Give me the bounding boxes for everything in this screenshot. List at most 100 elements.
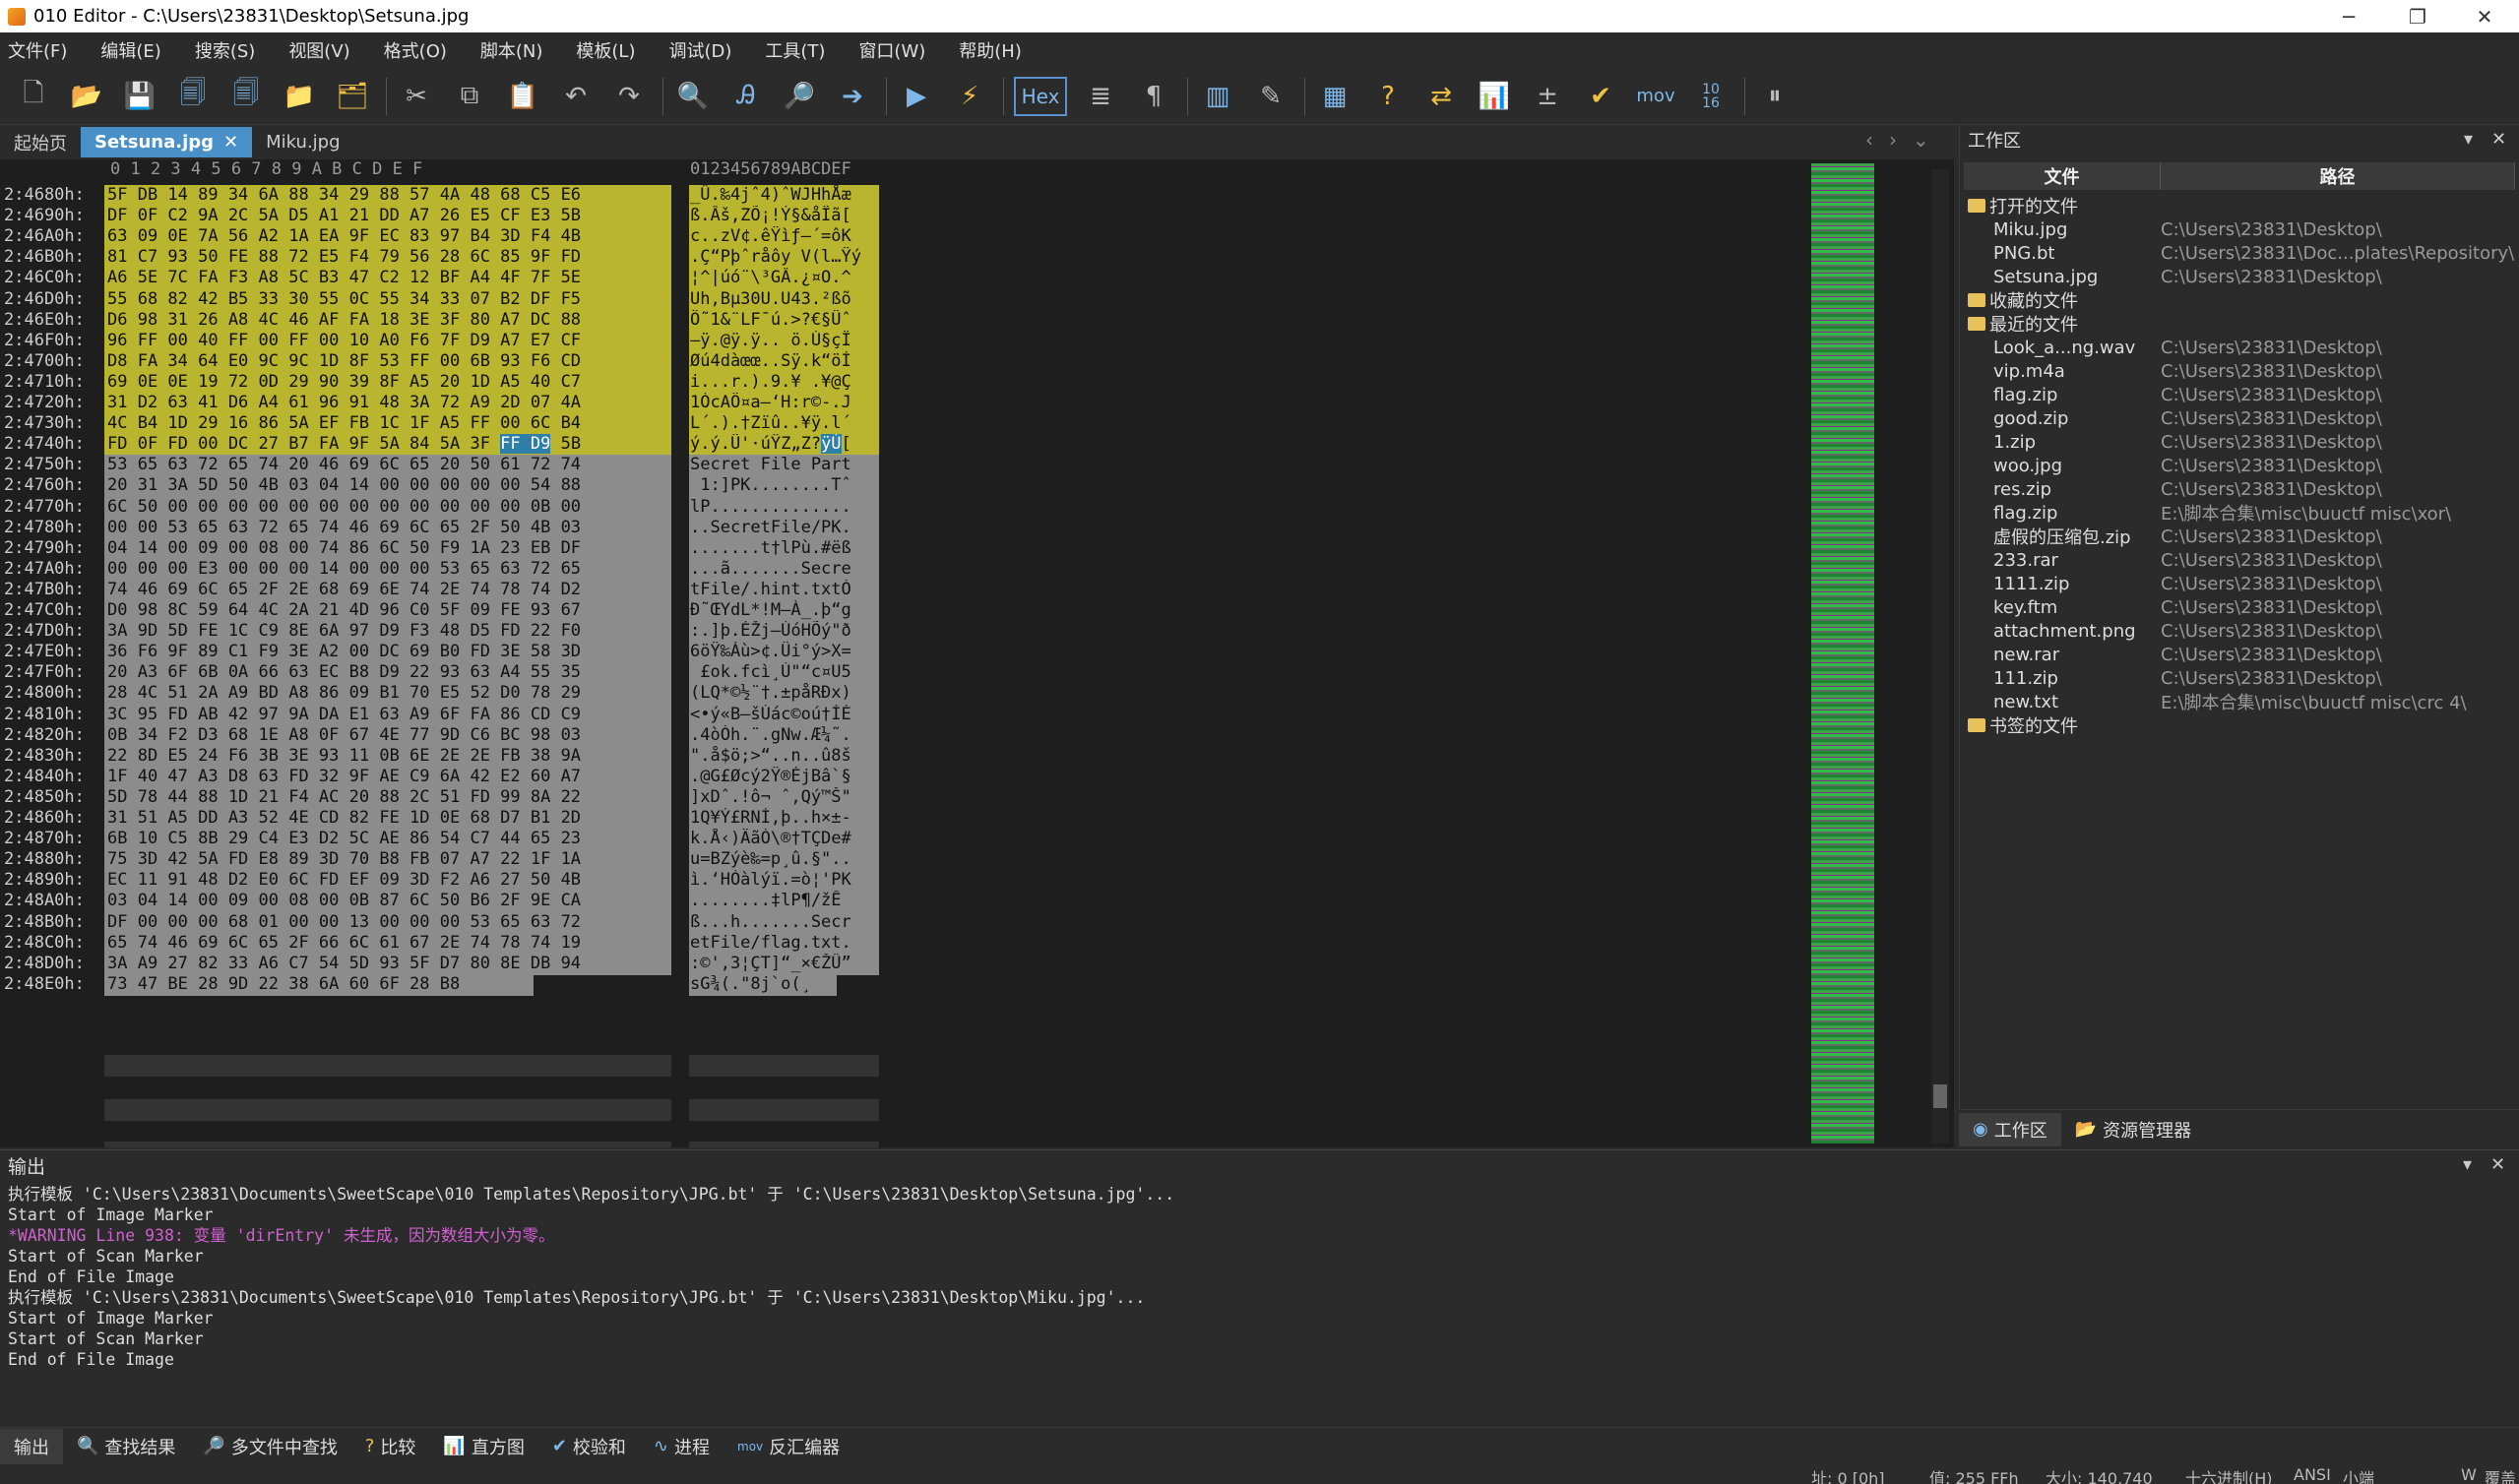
- menu-search[interactable]: 搜索(S): [195, 37, 255, 63]
- ascii-text[interactable]: ".å$ö;>“..n..û8š: [689, 745, 879, 768]
- run-template-icon[interactable]: ▶: [897, 77, 936, 116]
- tab-histogram[interactable]: 📊 直方图: [429, 1429, 537, 1464]
- ascii-text[interactable]: ........‡lP¶/žÊ: [689, 891, 879, 913]
- menu-window[interactable]: 窗口(W): [858, 37, 925, 63]
- hex-bytes[interactable]: 22 8D E5 24 F6 3B 3E 93 11 0B 6E 2E 2E F…: [104, 745, 671, 768]
- folder-open-files[interactable]: 打开的文件: [1964, 194, 2515, 217]
- workspace-file-item[interactable]: res.zip C:\Users\23831\Desktop\: [1964, 477, 2515, 501]
- ascii-text[interactable]: etFile/flag.txt.: [689, 932, 879, 955]
- ascii-text[interactable]: k.Å‹)ÄãÒ\®†TÇDe#: [689, 829, 879, 851]
- close-window-button[interactable]: ✕: [2450, 0, 2519, 32]
- menu-help[interactable]: 帮助(H): [959, 37, 1022, 63]
- tab-workspace[interactable]: ◉ 工作区: [1959, 1112, 2061, 1146]
- panel-dropdown-icon[interactable]: ▾: [2464, 129, 2473, 150]
- operations-icon[interactable]: ±: [1528, 77, 1567, 116]
- hex-bytes[interactable]: D6 98 31 26 A8 4C 46 AF FA 18 3E 3F 80 A…: [104, 309, 671, 332]
- ascii-text[interactable]: .4òÓh.¨.gNw.Æ¼˜.: [689, 724, 879, 747]
- workspace-file-item[interactable]: Look_a...ng.wav C:\Users\23831\Desktop\: [1964, 336, 2515, 359]
- menu-tools[interactable]: 工具(T): [765, 37, 825, 63]
- tab-close-icon[interactable]: ✕: [223, 132, 238, 153]
- ascii-text[interactable]: 1:]PK........Tˆ: [689, 475, 879, 498]
- pilcrow-icon[interactable]: ¶: [1134, 77, 1173, 116]
- compare-icon[interactable]: ⇄: [1421, 77, 1461, 116]
- ascii-text[interactable]: ..SecretFile/PK.: [689, 517, 879, 539]
- ascii-text[interactable]: –ÿ.@ÿ.ÿ.. ö.Ù§çÏ: [689, 330, 879, 352]
- workspace-file-item[interactable]: flag.zip C:\Users\23831\Desktop\: [1964, 383, 2515, 406]
- paste-icon[interactable]: 📋: [503, 77, 542, 116]
- menu-debug[interactable]: 调试(D): [668, 37, 731, 63]
- panel-close-icon[interactable]: ✕: [2491, 129, 2506, 150]
- ascii-text[interactable]: tFile/.hint.txtÒ: [689, 579, 879, 601]
- hex-bytes[interactable]: FD 0F FD 00 DC 27 B7 FA 9F 5A 84 5A 3F F…: [104, 434, 671, 457]
- hex-mode-button[interactable]: Hex: [1014, 76, 1067, 116]
- tab-compare[interactable]: ? 比较: [351, 1429, 430, 1464]
- tab-processes[interactable]: ∿ 进程: [640, 1429, 724, 1464]
- tab-explorer[interactable]: 📂 资源管理器: [2061, 1113, 2205, 1146]
- menu-format[interactable]: 格式(O): [384, 37, 447, 63]
- open-file-icon[interactable]: 📂: [67, 77, 106, 116]
- panel-dropdown-icon[interactable]: ▾: [2463, 1154, 2472, 1175]
- ascii-text[interactable]: Øú4dàœœ..Sÿ.k“öÍ: [689, 350, 879, 373]
- hex-bytes[interactable]: 6B 10 C5 8B 29 C4 E3 D2 5C AE 86 54 C7 4…: [104, 829, 671, 851]
- tab-checksum[interactable]: ✔ 校验和: [538, 1429, 640, 1464]
- workspace-file-item[interactable]: flag.zip E:\脚本合集\misc\buuctf misc\xor\: [1964, 501, 2515, 526]
- histogram-icon[interactable]: 📊: [1475, 77, 1514, 116]
- ascii-text[interactable]: ß.Âš,ZÕ¡!Ý§&åÏã[: [689, 206, 879, 228]
- hex-bytes[interactable]: 81 C7 93 50 FE 88 72 E5 F4 79 56 28 6C 8…: [104, 247, 671, 270]
- workspace-file-item[interactable]: new.txt E:\脚本合集\misc\buuctf misc\crc 4\: [1964, 690, 2515, 714]
- ascii-text[interactable]: .Ç“Pþˆråôy V(l…Ÿý: [689, 247, 879, 270]
- tab-disassembler[interactable]: mov 反汇编器: [724, 1429, 853, 1464]
- hex-bytes[interactable]: 4C B4 1D 29 16 86 5A EF FB 1C 1F A5 FF 0…: [104, 413, 671, 436]
- status-encoding[interactable]: ANSI: [2294, 1465, 2331, 1484]
- workspace-file-item[interactable]: key.ftm C:\Users\23831\Desktop\: [1964, 595, 2515, 619]
- hex-bytes[interactable]: 5D 78 44 88 1D 21 F4 AC 20 88 2C 51 FD 9…: [104, 786, 671, 809]
- hex-bytes[interactable]: 73 47 BE 28 9D 22 38 6A 60 6F 28 B8: [104, 973, 534, 996]
- tab-find-results[interactable]: 🔍 查找结果: [63, 1429, 189, 1464]
- ascii-text[interactable]: ì.‘HÒàlýï.=ò¦'PK: [689, 870, 879, 893]
- menu-view[interactable]: 视图(V): [288, 37, 349, 63]
- ascii-text[interactable]: lP..............: [689, 496, 879, 519]
- panel-close-icon[interactable]: ✕: [2490, 1154, 2505, 1175]
- hex-bytes[interactable]: 75 3D 42 5A FD E8 89 3D 70 B8 FB 07 A7 2…: [104, 849, 671, 872]
- mov-button[interactable]: mov: [1634, 77, 1677, 116]
- ascii-text[interactable]: £ok.fcì¸Ù"“c¤U5: [689, 662, 879, 685]
- hex-bytes[interactable]: 63 09 0E 7A 56 A2 1A EA 9F EC 83 97 B4 3…: [104, 226, 671, 249]
- ascii-text[interactable]: ý.ý.Ü'·úŸZ„Z?ÿÙ[: [689, 434, 879, 457]
- ascii-text[interactable]: ß...h.......Secr: [689, 911, 879, 934]
- ascii-text[interactable]: 1Q¥Ý£RNÍ‚þ..h×±-: [689, 808, 879, 830]
- hex-bytes[interactable]: 20 A3 6F 6B 0A 66 63 EC B8 D9 22 93 63 A…: [104, 662, 671, 685]
- open-folder-icon[interactable]: 📁: [280, 77, 319, 116]
- ascii-text[interactable]: .@G£Øcý2Ÿ®ÉjBâ`§: [689, 766, 879, 788]
- status-mode[interactable]: 十六进制(H): [2185, 1465, 2273, 1484]
- folder-favorites[interactable]: 收藏的文件: [1964, 288, 2515, 312]
- maximize-button[interactable]: ❐: [2383, 0, 2452, 32]
- tab-miku[interactable]: Miku.jpg: [252, 127, 353, 157]
- hex-bytes[interactable]: D8 FA 34 64 E0 9C 9C 1D 8F 53 FF 00 6B 9…: [104, 350, 671, 373]
- ascii-text[interactable]: ]xDˆ.!ô¬ ˆ,Qý™Š": [689, 786, 879, 809]
- tab-setsuna[interactable]: Setsuna.jpg ✕: [81, 127, 253, 157]
- calculator-icon[interactable]: ▦: [1315, 77, 1354, 116]
- save-icon[interactable]: 💾: [120, 77, 159, 116]
- tab-find-in-files[interactable]: 🔎 多文件中查找: [189, 1429, 350, 1464]
- ascii-text[interactable]: Ö˜1&¨LF¯ú.>?€§Üˆ: [689, 309, 879, 332]
- ascii-text[interactable]: ...ã.......Secre: [689, 558, 879, 581]
- ascii-text[interactable]: Secret File Part: [689, 455, 879, 477]
- file-minimap[interactable]: [1811, 163, 1874, 1144]
- workspace-file-item[interactable]: Miku.jpg C:\Users\23831\Desktop\: [1964, 217, 2515, 241]
- hex-bytes[interactable]: 65 74 46 69 6C 65 2F 66 6C 61 67 2E 74 7…: [104, 932, 671, 955]
- ascii-text[interactable]: 1ÒcAÖ¤a–‘H:r©-.J: [689, 393, 879, 414]
- goto-icon[interactable]: ➔: [833, 77, 872, 116]
- menu-script[interactable]: 脚本(N): [480, 37, 543, 63]
- hex-bytes[interactable]: 53 65 63 72 65 74 20 46 69 6C 65 20 50 6…: [104, 455, 671, 477]
- ascii-text[interactable]: i...r.).9.¥ .¥@Ç: [689, 371, 879, 394]
- workspace-file-item[interactable]: 1111.zip C:\Users\23831\Desktop\: [1964, 572, 2515, 595]
- pause-icon[interactable]: ⏸: [1755, 77, 1795, 116]
- hex-bytes[interactable]: 55 68 82 42 B5 33 30 55 0C 55 34 33 07 B…: [104, 288, 671, 311]
- replace-icon[interactable]: Ꭿ: [726, 77, 766, 116]
- ascii-text[interactable]: u=BZýè‰=p¸û.§"..: [689, 849, 879, 872]
- save-all-icon[interactable]: 🗐: [226, 77, 266, 116]
- hex-bytes[interactable]: DF 00 00 00 68 01 00 00 13 00 00 00 53 6…: [104, 911, 671, 934]
- ascii-text[interactable]: :.]þ.ÉŽj—ÙóHÕý"ð: [689, 621, 879, 644]
- workspace-file-item[interactable]: PNG.bt C:\Users\23831\Doc...plates\Reposi…: [1964, 241, 2515, 265]
- ascii-text[interactable]: sG¾(."8j`o(¸: [689, 973, 837, 996]
